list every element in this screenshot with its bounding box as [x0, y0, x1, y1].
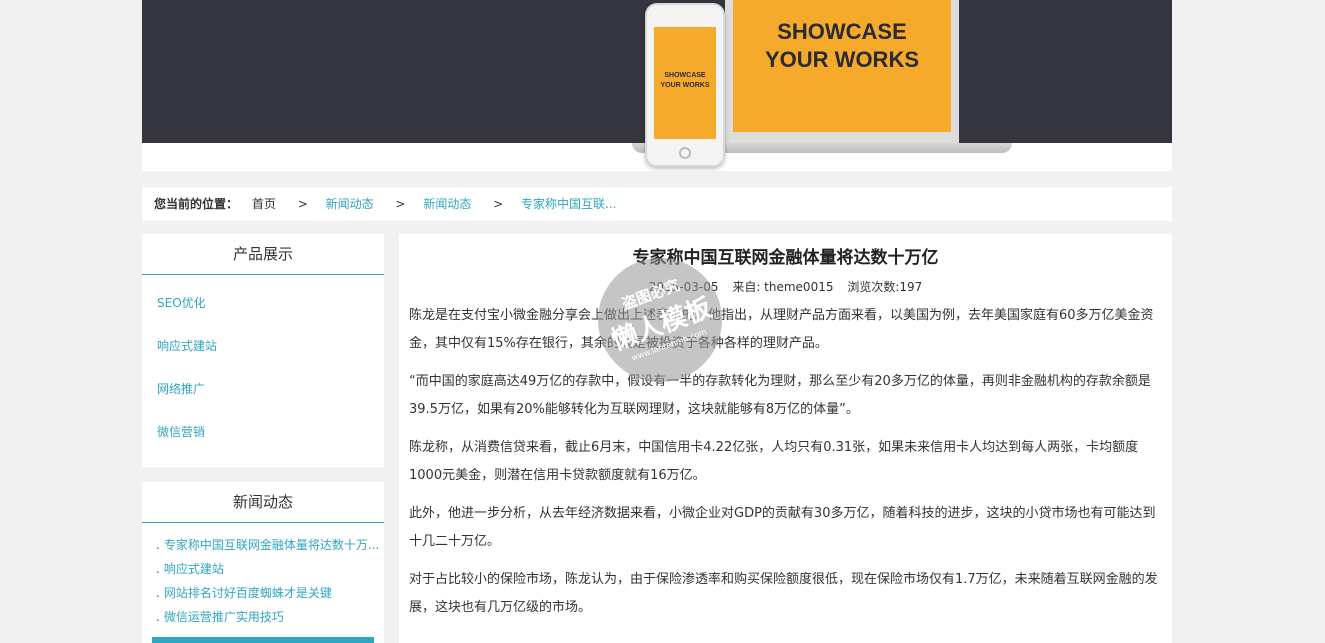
banner: SHOWCASE YOUR WORKS SHOWCASE YOUR WORKS	[142, 0, 1172, 171]
laptop-screen: SHOWCASE YOUR WORKS	[733, 0, 951, 132]
news-box: 新闻动态 . 专家称中国互联网金融体量将达数十万... . 响应式建站 . 网站排名讨…	[142, 482, 384, 643]
article-paragraph: 对于占比较小的保险市场，陈龙认为，由于保险渗透率和购买保险额度很低，现在保险市场…	[409, 572, 1158, 615]
breadcrumb-separator: >	[297, 197, 308, 211]
news-link[interactable]: 微信运营推广实用技巧	[164, 610, 284, 624]
article-meta: 2015-03-05 来自: theme0015 浏览次数:197	[399, 278, 1172, 296]
news-more-bar[interactable]	[152, 637, 374, 643]
article: 专家称中国互联网金融体量将达数十万亿 2015-03-05 来自: theme0…	[399, 234, 1172, 643]
article-paragraph: “而中国的家庭高达49万亿的存款中，假设有一半的存款转化为理财，那么至少有20多…	[409, 374, 1151, 417]
list-item[interactable]: . 网站排名讨好百度蜘蛛才是关键	[156, 581, 380, 605]
phone-screen: SHOWCASE YOUR WORKS	[654, 27, 716, 139]
products-box: 产品展示 SEO优化 响应式建站 网络推广 微信营销	[142, 234, 384, 467]
article-paragraph: 陈龙是在支付宝小微金融分享会上做出上述表示的。他指出，从理财产品方面来看，以美国…	[409, 308, 1154, 351]
article-views: 浏览次数:197	[847, 280, 923, 294]
page-wrapper: SHOWCASE YOUR WORKS SHOWCASE YOUR WORKS …	[142, 0, 1172, 643]
list-bullet: .	[156, 538, 160, 552]
news-link[interactable]: 网站排名讨好百度蜘蛛才是关键	[164, 586, 332, 600]
article-title: 专家称中国互联网金融体量将达数十万亿	[632, 248, 939, 268]
phone-home-button-icon	[679, 147, 691, 159]
article-body: 陈龙是在支付宝小微金融分享会上做出上述表示的。他指出，从理财产品方面来看，以美国…	[399, 296, 1172, 622]
products-title: 产品展示	[142, 234, 384, 275]
list-item[interactable]: . 微信运营推广实用技巧	[156, 605, 380, 629]
news-list: . 专家称中国互联网金融体量将达数十万... . 响应式建站 . 网站排名讨好百度蜘蛛…	[142, 523, 384, 629]
list-item[interactable]: . 专家称中国互联网金融体量将达数十万...	[156, 533, 380, 557]
sidebar-item-wechat[interactable]: 微信营销	[142, 411, 384, 454]
products-list: SEO优化 响应式建站 网络推广 微信营销	[142, 275, 384, 454]
breadcrumb-current[interactable]: 专家称中国互联...	[521, 197, 616, 211]
breadcrumb-news[interactable]: 新闻动态	[326, 197, 374, 211]
news-link[interactable]: 响应式建站	[164, 562, 224, 576]
phone-showcase-text: SHOWCASE YOUR WORKS	[660, 72, 710, 89]
breadcrumb: 您当前的位置： 首页 > 新闻动态 > 新闻动态 > 专家称中国互联...	[142, 187, 1172, 221]
breadcrumb-news-sub[interactable]: 新闻动态	[423, 197, 471, 211]
laptop-showcase-text: SHOWCASE YOUR WORKS	[765, 19, 919, 72]
phone-mockup: SHOWCASE YOUR WORKS	[645, 3, 725, 167]
list-bullet: .	[156, 562, 160, 576]
laptop-mockup: SHOWCASE YOUR WORKS	[725, 0, 959, 143]
news-link[interactable]: 专家称中国互联网金融体量将达数十万...	[164, 538, 379, 552]
breadcrumb-home[interactable]: 首页	[252, 197, 276, 211]
news-title: 新闻动态	[142, 482, 384, 523]
sidebar-item-responsive[interactable]: 响应式建站	[142, 325, 384, 368]
list-bullet: .	[156, 586, 160, 600]
sidebar-item-promotion[interactable]: 网络推广	[142, 368, 384, 411]
breadcrumb-separator: >	[493, 197, 504, 211]
breadcrumb-lead: 您当前的位置：	[154, 197, 239, 211]
article-paragraph: 陈龙称，从消费信贷来看，截止6月末，中国信用卡4.22亿张，人均只有0.31张，…	[409, 440, 1139, 483]
article-source: 来自: theme0015	[732, 280, 834, 294]
list-bullet: .	[156, 610, 160, 624]
article-paragraph: 此外，他进一步分析，从去年经济数据来看，小微企业对GDP的贡献有30多万亿，随着…	[409, 506, 1156, 549]
list-item[interactable]: . 响应式建站	[156, 557, 380, 581]
breadcrumb-separator: >	[395, 197, 406, 211]
sidebar-item-seo[interactable]: SEO优化	[142, 282, 384, 325]
